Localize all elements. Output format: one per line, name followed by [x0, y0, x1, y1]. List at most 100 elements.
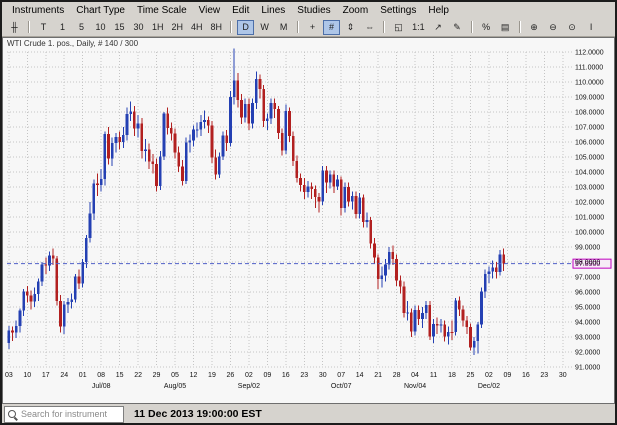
price-axis-label: 110.0000 [575, 80, 604, 87]
measure-icon[interactable]: I [583, 20, 600, 35]
candle-body [255, 79, 258, 103]
candle-body [133, 111, 136, 128]
timeframe-button-5[interactable]: 5 [73, 20, 90, 35]
zoom-in-icon[interactable]: ⊕ [526, 20, 543, 35]
percent-scale-icon[interactable]: % [478, 20, 495, 35]
candle-body [229, 97, 232, 143]
time-axis-label: 23 [540, 372, 548, 379]
price-axis-label: 107.0000 [575, 125, 604, 132]
period-button-d[interactable]: D [237, 20, 254, 35]
candle-body [259, 79, 262, 89]
timeframe-button-15[interactable]: 15 [111, 20, 128, 35]
one-to-one-zoom-icon[interactable]: 1:1 [409, 20, 428, 35]
menu-item-settings[interactable]: Settings [374, 4, 422, 17]
candle-body [377, 258, 380, 280]
timeframe-button-4h[interactable]: 4H [188, 20, 206, 35]
timeframe-button-1h[interactable]: 1H [149, 20, 167, 35]
menu-item-edit[interactable]: Edit [226, 4, 255, 17]
candle-body [425, 305, 428, 313]
menu-item-chart-type[interactable]: Chart Type [70, 4, 131, 17]
menu-item-zoom[interactable]: Zoom [337, 4, 375, 17]
toolbar-separator [519, 21, 521, 33]
candle-body [428, 305, 431, 337]
candle-body [443, 324, 446, 336]
candlestick-chart[interactable]: 97.890091.000092.000093.000094.000095.00… [3, 38, 612, 403]
crosshair-icon[interactable]: + [304, 20, 321, 35]
price-axis[interactable]: 91.000092.000093.000094.000095.000096.00… [575, 50, 604, 372]
period-button-w[interactable]: W [256, 20, 273, 35]
candle-body [122, 135, 125, 142]
candle-body [26, 292, 29, 296]
time-axis[interactable]: 0310172401081522290512192602091623300714… [5, 372, 567, 390]
time-axis-label: 16 [522, 372, 530, 379]
menu-item-view[interactable]: View [193, 4, 227, 17]
candle-body [11, 330, 14, 332]
time-axis-label: 16 [282, 372, 290, 379]
expand-icon[interactable]: ◱ [390, 20, 407, 35]
candle-body [273, 103, 276, 109]
timeframe-button-10[interactable]: 10 [92, 20, 109, 35]
timeframe-button-30[interactable]: 30 [130, 20, 147, 35]
trend-arrow-icon[interactable]: ↗ [430, 20, 447, 35]
menu-item-studies[interactable]: Studies [291, 4, 336, 17]
menu-item-help[interactable]: Help [422, 4, 455, 17]
time-axis-label: 19 [208, 372, 216, 379]
timeframe-button-1[interactable]: 1 [54, 20, 71, 35]
time-axis-label: 10 [23, 372, 31, 379]
candle-body [262, 89, 265, 121]
candle-body [488, 271, 491, 274]
search-input[interactable] [19, 408, 120, 420]
menu-item-lines[interactable]: Lines [255, 4, 291, 17]
candle-body [81, 262, 84, 283]
candle-body [200, 122, 203, 129]
candle-body [129, 111, 132, 114]
candle-body [74, 276, 77, 299]
zoom-out-icon[interactable]: ⊖ [545, 20, 562, 35]
time-axis-label: 09 [503, 372, 511, 379]
candle-body [395, 259, 398, 280]
price-axis-label: 91.0000 [575, 365, 600, 372]
candle-body [318, 197, 321, 201]
fit-horizontal-icon[interactable]: ⇔ [361, 20, 378, 35]
timeframe-button-8h[interactable]: 8H [208, 20, 226, 35]
time-axis-label: 25 [467, 372, 475, 379]
time-axis-label: 26 [227, 372, 235, 379]
candle-body [321, 171, 324, 202]
draw-icon[interactable]: ✎ [449, 20, 466, 35]
time-axis-label: 08 [97, 372, 105, 379]
candle-body [292, 136, 295, 161]
time-axis-label: 23 [300, 372, 308, 379]
status-bar: 11 Dec 2013 19:00:00 EST [2, 404, 615, 424]
candle-body [240, 100, 243, 117]
candle-body [41, 264, 44, 281]
candle-body [19, 311, 22, 326]
fit-vertical-icon[interactable]: ⇕ [342, 20, 359, 35]
price-axis-label: 111.0000 [575, 65, 603, 72]
menu-item-time-scale[interactable]: Time Scale [131, 4, 193, 17]
period-button-m[interactable]: M [275, 20, 292, 35]
time-axis-label: 12 [190, 372, 198, 379]
candle-body [159, 157, 162, 186]
price-axis-label: 112.0000 [575, 50, 604, 57]
price-axis-label: 105.0000 [575, 155, 604, 162]
candle-body [366, 220, 369, 222]
toolbar: ╫T151015301H2H4H8HDWM+#⇕⇔◱1:1↗✎%▤⊕⊖⊙I [2, 18, 615, 37]
search-box[interactable] [4, 406, 124, 423]
timeframe-button-2h[interactable]: 2H [169, 20, 187, 35]
price-axis-label: 109.0000 [575, 95, 604, 102]
timeframe-button-t[interactable]: T [35, 20, 52, 35]
candle-body [148, 150, 151, 162]
grid-icon[interactable]: # [323, 20, 340, 35]
zoom-reset-icon[interactable]: ⊙ [564, 20, 581, 35]
candle-body [462, 309, 465, 320]
time-axis-label: 02 [245, 372, 253, 379]
candle-body [307, 187, 310, 193]
menu-item-instruments[interactable]: Instruments [6, 4, 70, 17]
candlestick-chart-icon[interactable]: ╫ [6, 20, 23, 35]
candle-body [399, 280, 402, 286]
candle-body [214, 158, 217, 175]
print-icon[interactable]: ▤ [497, 20, 514, 35]
candle-body [89, 213, 92, 238]
candle-body [480, 291, 483, 324]
candle-body [355, 196, 358, 214]
